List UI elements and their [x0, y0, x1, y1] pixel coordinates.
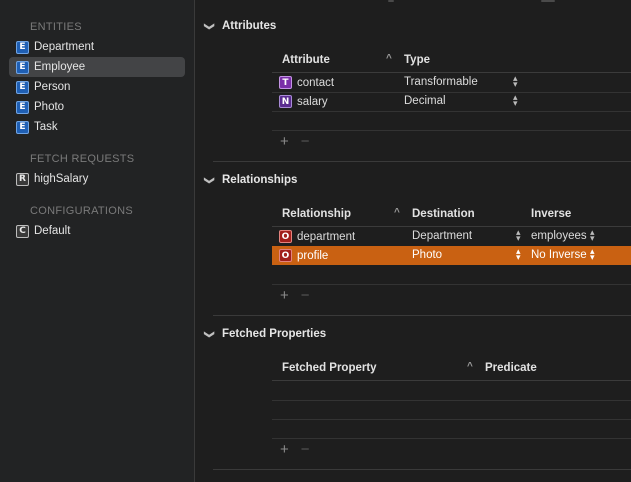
disclosure-chevron-icon[interactable]: ❯ [204, 321, 215, 347]
sidebar-item-label: highSalary [34, 173, 89, 185]
empty-table-row [272, 111, 631, 131]
section-title: Attributes [222, 20, 277, 32]
section-title: Fetched Properties [222, 328, 327, 340]
sidebar-item-label: Department [34, 41, 95, 53]
attribute-name: salary [297, 95, 328, 108]
entity-editor: ❯ Attributes Attribute ^ Type T contact … [196, 0, 631, 482]
attribute-type: Transformable [404, 76, 478, 88]
inverse-value: No Inverse [531, 249, 587, 261]
column-header-destination[interactable]: Destination [412, 208, 475, 220]
entity-icon: E [16, 80, 29, 94]
destination-popup[interactable]: Photo [412, 249, 442, 261]
destination-popup[interactable]: Department [412, 230, 472, 242]
popup-arrows-icon[interactable]: ▴ ▾ [590, 247, 595, 262]
section-divider [213, 469, 631, 470]
relationships-add-remove: + − [280, 287, 310, 304]
fetched-properties-add-remove: + − [280, 441, 310, 458]
entity-sidebar: ENTITIES E Department E Employee E Perso… [0, 0, 195, 482]
column-header-inverse[interactable]: Inverse [531, 208, 571, 220]
fetch-request-icon: R [16, 172, 29, 186]
sidebar-item-task[interactable]: E Task [9, 117, 185, 137]
entity-icon: E [16, 120, 29, 134]
attribute-name-cell[interactable]: T contact [279, 76, 334, 89]
disclosure-chevron-icon[interactable]: ❯ [204, 167, 215, 193]
transformable-type-icon: T [279, 76, 292, 89]
section-header-fetch-requests: FETCH REQUESTS [30, 153, 135, 165]
sidebar-item-person[interactable]: E Person [9, 77, 185, 97]
popup-arrows-icon[interactable]: ▴ ▾ [513, 93, 518, 108]
attributes-add-remove: + − [280, 133, 310, 150]
table-row[interactable]: T contact Transformable ▴ ▾ [272, 73, 631, 93]
table-row[interactable]: N salary Decimal ▴ ▾ [272, 92, 631, 112]
section-header-entities: ENTITIES [30, 21, 82, 33]
empty-table-row [272, 381, 631, 401]
inverse-value: employees [531, 230, 587, 242]
remove-attribute-button[interactable]: − [301, 133, 310, 150]
fetched-properties-section-header[interactable]: ❯ Fetched Properties [196, 328, 327, 340]
sidebar-item-label: Person [34, 81, 71, 93]
column-header-relationship[interactable]: Relationship [282, 208, 351, 220]
sidebar-item-default[interactable]: C Default [9, 221, 185, 241]
attribute-type-popup[interactable]: Transformable [404, 76, 478, 88]
column-header-attribute[interactable]: Attribute [282, 54, 330, 66]
empty-table-row [272, 419, 631, 439]
entity-icon: E [16, 40, 29, 54]
configuration-icon: C [16, 224, 29, 238]
attributes-section-header[interactable]: ❯ Attributes [196, 20, 277, 32]
entity-icon: E [16, 60, 29, 74]
relationships-table-header: Relationship ^ Destination Inverse [272, 204, 631, 227]
add-attribute-button[interactable]: + [280, 133, 289, 150]
attributes-table-header: Attribute ^ Type [272, 50, 631, 73]
entity-icon: E [16, 100, 29, 114]
sidebar-item-highsalary[interactable]: R highSalary [9, 169, 185, 189]
relationships-section-header[interactable]: ❯ Relationships [196, 174, 298, 186]
destination-value: Photo [412, 249, 443, 261]
destination-value: Department [412, 230, 473, 242]
sort-ascending-icon[interactable]: ^ [386, 53, 392, 64]
sort-ascending-icon[interactable]: ^ [467, 361, 473, 372]
sidebar-item-employee[interactable]: E Employee [9, 57, 185, 77]
inverse-popup[interactable]: employees [531, 230, 587, 242]
disclosure-chevron-icon[interactable]: ❯ [204, 13, 215, 39]
column-header-fetched-property[interactable]: Fetched Property [282, 362, 377, 374]
popup-arrows-icon[interactable]: ▴ ▾ [590, 228, 595, 243]
add-relationship-button[interactable]: + [280, 287, 289, 304]
add-fetched-property-button[interactable]: + [280, 441, 289, 458]
inverse-popup[interactable]: No Inverse [531, 249, 587, 261]
attribute-type-popup[interactable]: Decimal [404, 95, 446, 107]
relationship-icon: O [279, 249, 292, 262]
column-header-type[interactable]: Type [404, 54, 430, 66]
remove-relationship-button[interactable]: − [301, 287, 310, 304]
sidebar-item-label: Task [34, 121, 58, 133]
popup-arrows-icon[interactable]: ▴ ▾ [516, 228, 521, 243]
popup-arrows-icon[interactable]: ▴ ▾ [513, 74, 518, 89]
table-row[interactable]: O department Department ▴ ▾ employees ▴ ▾ [272, 227, 631, 247]
relationship-name-cell[interactable]: O department [279, 230, 355, 243]
sidebar-item-label: Default [34, 225, 71, 237]
remove-fetched-property-button[interactable]: − [301, 441, 310, 458]
empty-table-row [272, 265, 631, 285]
section-title: Relationships [222, 174, 298, 186]
fetched-properties-table-header: Fetched Property ^ Predicate [272, 358, 631, 381]
popup-arrows-icon[interactable]: ▴ ▾ [516, 247, 521, 262]
relationship-name-cell[interactable]: O profile [279, 249, 328, 262]
empty-table-row [272, 400, 631, 420]
table-row-selected[interactable]: O profile Photo ▴ ▾ No Inverse ▴ ▾ [272, 246, 631, 265]
sidebar-item-department[interactable]: E Department [9, 37, 185, 57]
column-header-predicate[interactable]: Predicate [485, 362, 537, 374]
section-divider [213, 161, 631, 162]
attribute-name: contact [297, 76, 335, 89]
relationship-name: profile [297, 249, 329, 262]
number-type-icon: N [279, 95, 292, 108]
section-header-configurations: CONFIGURATIONS [30, 205, 133, 217]
sidebar-item-label: Photo [34, 101, 65, 113]
relationship-icon: O [279, 230, 292, 243]
section-divider [213, 315, 631, 316]
attribute-type: Decimal [404, 95, 446, 107]
relationship-name: department [297, 230, 356, 243]
sidebar-item-photo[interactable]: E Photo [9, 97, 185, 117]
attribute-name-cell[interactable]: N salary [279, 95, 328, 108]
sort-ascending-icon[interactable]: ^ [394, 207, 400, 218]
sidebar-item-label: Employee [34, 61, 86, 73]
